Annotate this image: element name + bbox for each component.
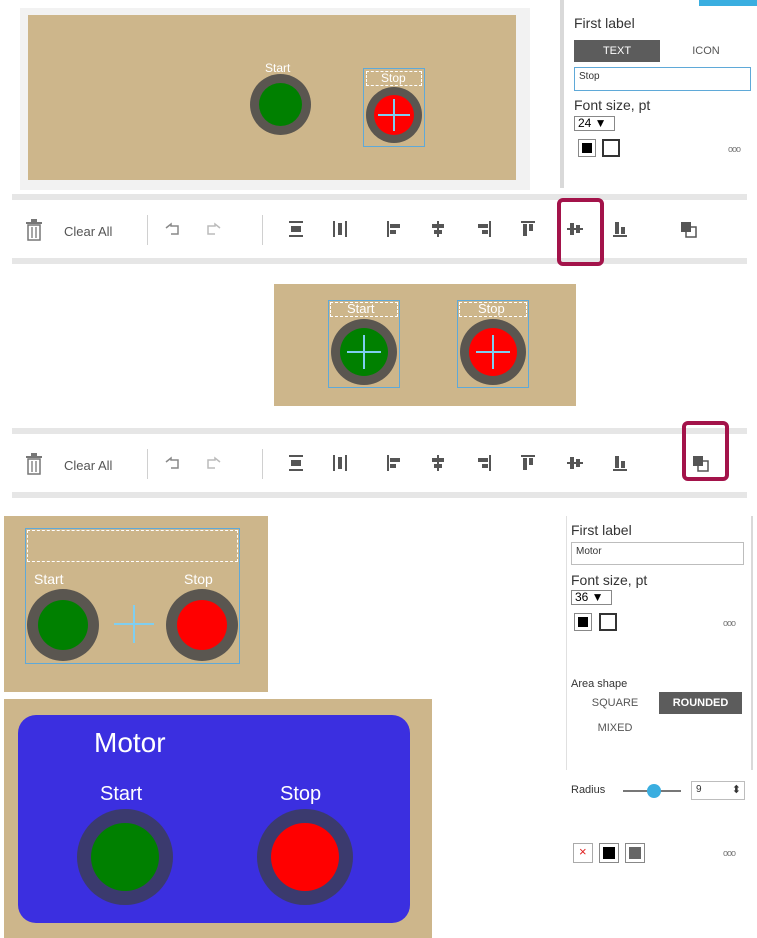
more-options-icon[interactable]: ooo [723, 618, 736, 628]
first-label-input[interactable]: Stop [574, 67, 751, 91]
first-label-heading: First label [574, 15, 635, 31]
group-label-box[interactable] [27, 530, 238, 562]
canvas-area-2[interactable]: Start Stop [274, 284, 576, 406]
none-x-icon: × [579, 844, 587, 859]
clear-all-button[interactable]: Clear All [64, 224, 112, 239]
font-size-label: Font size, pt [574, 97, 651, 113]
start-label: Start [265, 61, 291, 75]
divider [147, 449, 148, 479]
stop-button-core [271, 823, 339, 891]
stop-label: Stop [184, 571, 213, 587]
start-button[interactable] [250, 74, 311, 135]
align-center-horizontal-icon[interactable] [430, 220, 446, 238]
start-label: Start [100, 783, 143, 805]
move-crosshair-v [492, 335, 494, 369]
canvas-area-1[interactable]: Start Stop [28, 15, 516, 180]
canvas-area-4[interactable]: Motor Start Stop [4, 699, 432, 938]
stop-button-core [177, 600, 227, 650]
move-crosshair-v [393, 99, 395, 131]
radius-value: 9 [696, 784, 702, 795]
start-label: Start [34, 571, 64, 587]
text-color-black-swatch[interactable] [578, 139, 596, 157]
toolbar-2: Clear All [12, 428, 747, 498]
stop-button[interactable] [166, 589, 238, 661]
distribute-vertical-icon[interactable] [288, 454, 304, 472]
align-top-icon[interactable] [520, 454, 536, 472]
redo-icon[interactable] [204, 456, 222, 472]
toolbar-1: Clear All [12, 194, 747, 264]
align-bottom-icon[interactable] [612, 220, 628, 238]
group-highlight [682, 421, 729, 481]
distribute-horizontal-icon[interactable] [332, 220, 348, 238]
move-crosshair-v [133, 605, 135, 643]
align-left-icon[interactable] [386, 454, 402, 472]
more-options-icon[interactable]: ooo [728, 144, 741, 154]
stop-label: Stop [381, 71, 406, 85]
start-label: Start [347, 301, 375, 316]
radius-label: Radius [571, 784, 606, 796]
panel-accent-bar [699, 0, 757, 6]
align-right-icon[interactable] [476, 454, 492, 472]
align-top-icon[interactable] [520, 220, 536, 238]
align-middle-vertical-icon[interactable] [566, 454, 584, 472]
font-size-select[interactable]: 24 ▼ [574, 116, 615, 131]
properties-panel-top: First label TEXT ICON Stop Font size, pt… [560, 0, 757, 188]
start-button[interactable] [27, 589, 99, 661]
properties-panel-bottom: First label Motor Font size, pt 36 ▼ ooo… [566, 516, 753, 863]
distribute-horizontal-icon[interactable] [332, 454, 348, 472]
stop-button[interactable] [257, 809, 353, 905]
more-options-icon[interactable]: ooo [723, 848, 736, 858]
align-middle-highlight [557, 198, 604, 266]
radius-slider-thumb[interactable] [647, 784, 661, 798]
distribute-vertical-icon[interactable] [288, 220, 304, 238]
tab-icon[interactable]: ICON [662, 40, 750, 62]
undo-icon[interactable] [164, 222, 182, 238]
spinner-icon[interactable]: ⬍ [732, 783, 741, 796]
motor-title: Motor [94, 727, 166, 758]
shape-mixed-option[interactable]: MIXED [573, 717, 657, 739]
text-color-white-swatch[interactable] [602, 139, 620, 157]
align-center-horizontal-icon[interactable] [430, 454, 446, 472]
trash-icon[interactable] [24, 219, 44, 241]
shape-rounded-option[interactable]: ROUNDED [659, 692, 742, 714]
first-label-input[interactable]: Motor [571, 542, 744, 565]
fill-black-swatch[interactable] [599, 843, 619, 863]
canvas-area-3[interactable]: Start Stop [4, 516, 268, 692]
divider [147, 215, 148, 245]
text-color-white-swatch[interactable] [599, 613, 617, 631]
align-right-icon[interactable] [476, 220, 492, 238]
font-size-label: Font size, pt [571, 572, 648, 588]
undo-icon[interactable] [164, 456, 182, 472]
first-label-heading: First label [571, 522, 632, 538]
start-button-core [91, 823, 159, 891]
redo-icon[interactable] [204, 222, 222, 238]
align-left-icon[interactable] [386, 220, 402, 238]
stop-label: Stop [280, 783, 322, 805]
start-button-core [38, 600, 88, 650]
stop-label: Stop [478, 301, 505, 316]
divider [262, 449, 263, 479]
clear-all-button[interactable]: Clear All [64, 458, 112, 473]
font-size-select[interactable]: 36 ▼ [571, 590, 612, 605]
radius-input[interactable]: 9 ⬍ [691, 781, 745, 800]
tab-text[interactable]: TEXT [574, 40, 660, 62]
motor-group-panel[interactable]: Motor Start Stop [18, 715, 410, 923]
start-button-core [259, 83, 302, 126]
divider [262, 215, 263, 245]
area-shape-label: Area shape [571, 678, 628, 690]
group-icon[interactable] [680, 221, 698, 239]
fill-none-swatch[interactable]: × [573, 843, 593, 863]
trash-icon[interactable] [24, 453, 44, 475]
start-button[interactable] [77, 809, 173, 905]
fill-gray-swatch[interactable] [625, 843, 645, 863]
shape-square-option[interactable]: SQUARE [573, 692, 657, 714]
move-crosshair-v [363, 335, 365, 369]
align-bottom-icon[interactable] [612, 454, 628, 472]
text-color-black-swatch[interactable] [574, 613, 592, 631]
